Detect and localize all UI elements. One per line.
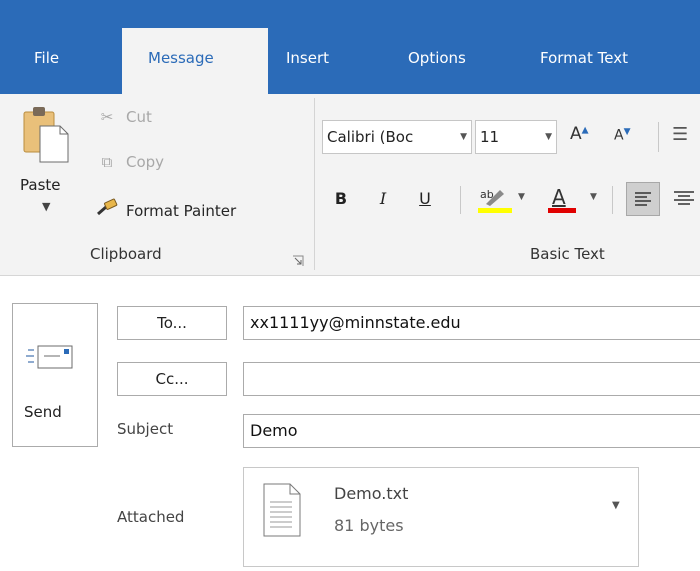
font-size-value: 11 [480, 128, 500, 146]
tab-file[interactable]: File [34, 28, 94, 94]
chevron-down-icon[interactable]: ▼ [518, 192, 525, 202]
paste-label: Paste [20, 176, 61, 194]
format-painter-label: Format Painter [126, 202, 237, 220]
tab-insert-label: Insert [286, 49, 330, 67]
text-file-icon [263, 483, 301, 537]
tab-options[interactable]: Options [400, 28, 490, 94]
cut-label: Cut [126, 108, 152, 126]
scissors-icon: ✂ [100, 108, 114, 126]
clipboard-group-label: Clipboard [90, 245, 162, 263]
bullets-icon[interactable]: ☰ [672, 124, 688, 145]
attachment-size: 81 bytes [334, 516, 404, 535]
tab-file-label: File [34, 49, 60, 67]
chevron-down-icon: ▼ [460, 132, 467, 142]
grow-font-icon[interactable]: A▲ [570, 124, 589, 144]
send-icon [26, 345, 73, 369]
align-center-icon [674, 191, 694, 205]
paste-icon [23, 107, 69, 163]
svg-text:A: A [552, 185, 566, 209]
tab-message[interactable]: Message [122, 28, 268, 94]
align-center-button[interactable] [668, 182, 700, 216]
bold-button[interactable]: B [328, 184, 354, 214]
group-separator [314, 98, 315, 270]
font-size-select[interactable]: 11 ▼ [475, 120, 557, 154]
to-field[interactable]: xx1111yy@minnstate.edu [243, 306, 700, 340]
chevron-down-icon[interactable]: ▼ [590, 192, 597, 202]
basic-text-group-label: Basic Text [530, 245, 605, 263]
highlight-color-button[interactable]: ab [478, 184, 512, 214]
subject-label: Subject [117, 420, 174, 438]
chevron-down-icon[interactable]: ▼ [612, 500, 620, 511]
format-painter-button[interactable]: Format Painter [96, 198, 236, 220]
toolbar-separator [658, 122, 659, 152]
toolbar-separator [612, 186, 613, 214]
italic-button[interactable]: I [370, 184, 396, 214]
cut-button[interactable]: ✂ Cut [96, 108, 152, 126]
font-color-button[interactable]: A [546, 184, 578, 214]
toolbar-separator [460, 186, 461, 214]
tab-message-label: Message [148, 49, 214, 67]
attachment-name: Demo.txt [334, 484, 409, 503]
copy-button[interactable]: ⧉ Copy [96, 153, 164, 171]
to-button[interactable]: To... [117, 306, 227, 340]
tab-options-label: Options [408, 49, 466, 67]
paste-dropdown-arrow[interactable]: ▼ [42, 200, 50, 213]
copy-label: Copy [126, 153, 165, 171]
align-left-icon [635, 192, 651, 206]
send-button[interactable] [12, 303, 98, 447]
highlighter-icon: ab [478, 188, 512, 213]
clipboard-dialog-launcher-icon[interactable] [292, 252, 304, 266]
font-name-select[interactable]: Calibri (Boc ▼ [322, 120, 472, 154]
shrink-font-icon[interactable]: A▼ [614, 127, 631, 144]
underline-button[interactable]: U [412, 184, 438, 214]
subject-field[interactable]: Demo [243, 414, 700, 448]
send-label: Send [24, 403, 62, 421]
copy-icon: ⧉ [101, 153, 113, 171]
font-name-value: Calibri (Boc [327, 128, 414, 146]
cc-field[interactable] [243, 362, 700, 396]
attached-label: Attached [117, 508, 185, 526]
chevron-down-icon: ▼ [545, 132, 552, 142]
format-painter-icon [96, 198, 118, 220]
attachment-item[interactable] [243, 467, 639, 567]
align-left-button[interactable] [626, 182, 660, 216]
cc-button[interactable]: Cc... [117, 362, 227, 396]
tab-format-text[interactable]: Format Text [540, 28, 690, 94]
tab-insert[interactable]: Insert [286, 28, 356, 94]
font-color-icon: A [548, 185, 576, 213]
tab-format-text-label: Format Text [540, 49, 628, 67]
